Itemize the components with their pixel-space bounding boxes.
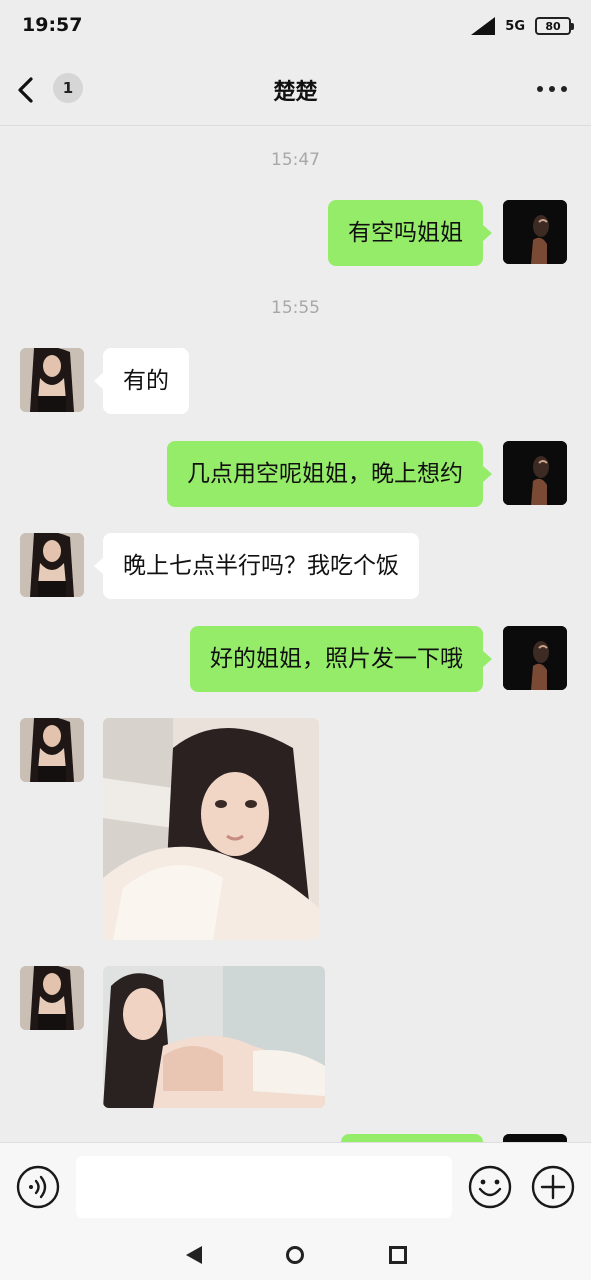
- status-time: 19:57: [22, 14, 83, 36]
- plus-icon[interactable]: [531, 1165, 575, 1209]
- timestamp: 15:55: [271, 298, 320, 318]
- dot: [537, 86, 543, 92]
- nav-recents-icon[interactable]: [389, 1246, 407, 1264]
- sent-message-bubble[interactable]: 有空吗姐姐: [328, 200, 492, 266]
- message-input[interactable]: [76, 1156, 452, 1218]
- network-label: 5G: [505, 18, 525, 34]
- my-avatar[interactable]: [503, 626, 567, 690]
- dot: [549, 86, 555, 92]
- chat-title: 楚楚: [273, 80, 318, 105]
- my-avatar[interactable]: [503, 200, 567, 264]
- battery-level: 80: [545, 19, 561, 33]
- emoji-icon[interactable]: [468, 1165, 512, 1209]
- voice-icon[interactable]: [16, 1165, 60, 1209]
- battery-icon: 80: [535, 17, 574, 35]
- chat-header: 1 楚楚: [0, 52, 591, 126]
- received-image-message[interactable]: [103, 966, 325, 1108]
- input-bar: [0, 1142, 591, 1230]
- contact-avatar[interactable]: [20, 966, 84, 1030]
- received-image-message[interactable]: [103, 718, 319, 940]
- status-bar: 19:57 5G 80: [0, 0, 591, 52]
- signal-icon: [471, 17, 496, 35]
- my-avatar[interactable]: [503, 441, 567, 505]
- timestamp: 15:47: [271, 150, 320, 170]
- sent-message-bubble[interactable]: 好的姐姐，照片发一下哦: [190, 626, 492, 692]
- received-message-bubble[interactable]: 晚上七点半行吗？我吃个饭: [94, 533, 419, 599]
- status-indicators: 5G 80: [471, 14, 574, 38]
- sent-message-bubble[interactable]: 几点用空呢姐姐，晚上想约: [167, 441, 492, 507]
- more-dots-icon[interactable]: [537, 74, 567, 104]
- contact-avatar[interactable]: [20, 348, 84, 412]
- contact-avatar[interactable]: [20, 533, 84, 597]
- system-nav-bar: [0, 1230, 591, 1280]
- nav-back-icon[interactable]: [184, 1244, 204, 1266]
- contact-avatar[interactable]: [20, 718, 84, 782]
- received-message-bubble[interactable]: 有的: [94, 348, 189, 414]
- chat-screen: 19:57 5G 80 1 楚楚 15:47 有空吗姐姐 15:55 有的 几点…: [0, 0, 591, 1280]
- nav-home-icon[interactable]: [285, 1245, 305, 1265]
- dot: [561, 86, 567, 92]
